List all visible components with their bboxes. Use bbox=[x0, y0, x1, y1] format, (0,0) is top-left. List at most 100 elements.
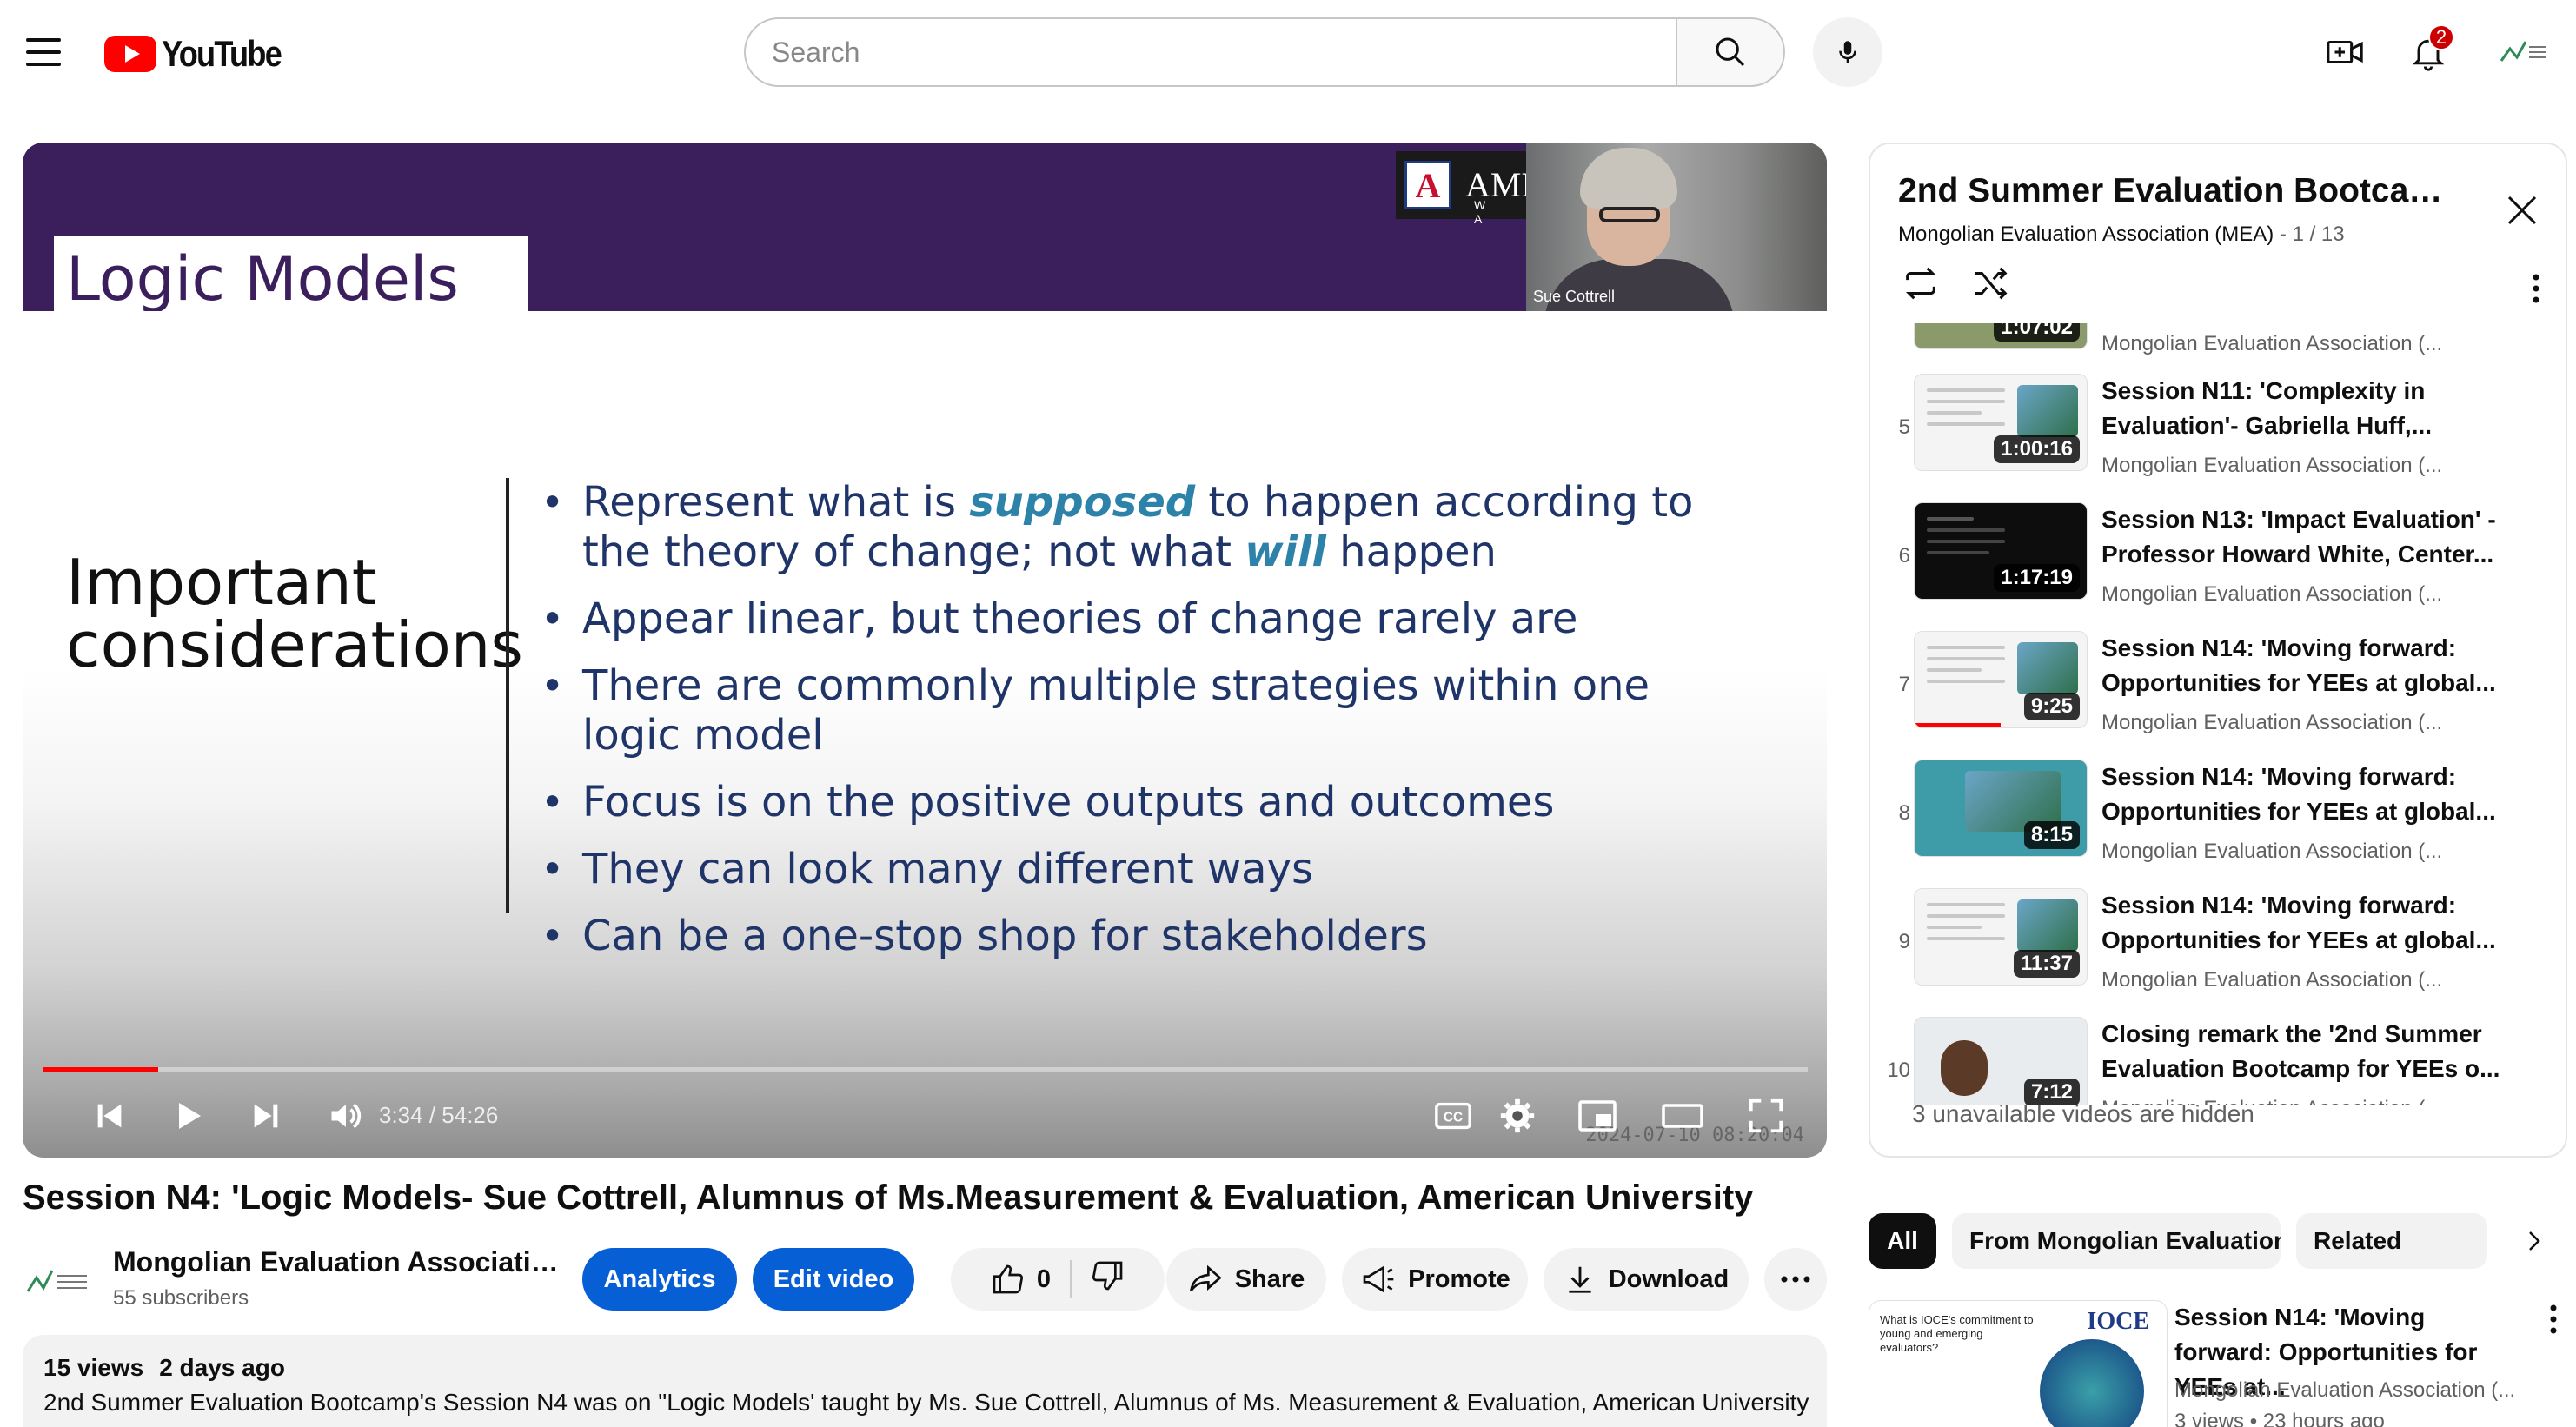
subscriber-count: 55 subscribers bbox=[113, 1286, 249, 1310]
playlist-items: 1:07:02 Mongolian Evaluation Association… bbox=[1870, 323, 2566, 1105]
slide-divider bbox=[506, 478, 509, 913]
notifications-button[interactable]: 2 bbox=[2402, 24, 2454, 78]
youtube-logo[interactable]: YouTube bbox=[104, 33, 300, 75]
captions-icon: CC bbox=[1435, 1102, 1471, 1130]
playlist-more-button[interactable] bbox=[2519, 266, 2553, 311]
view-count: 15 views bbox=[43, 1354, 144, 1381]
related-thumbnail[interactable]: What is IOCE's commitment to young and e… bbox=[1869, 1300, 2168, 1427]
search-button[interactable] bbox=[1676, 17, 1785, 87]
fullscreen-button[interactable] bbox=[1740, 1090, 1792, 1142]
loop-button[interactable] bbox=[1898, 261, 1943, 306]
playlist-actions bbox=[1898, 261, 2037, 306]
shuffle-icon bbox=[1975, 267, 2008, 300]
captions-button[interactable]: CC bbox=[1427, 1090, 1479, 1142]
playlist-item-index: 6 bbox=[1898, 544, 1910, 567]
miniplayer-icon bbox=[1578, 1100, 1617, 1132]
account-avatar[interactable] bbox=[2496, 31, 2552, 73]
more-icon bbox=[2550, 1304, 2557, 1334]
settings-button[interactable] bbox=[1491, 1090, 1544, 1142]
playlist-item[interactable]: 5 1:00:16 Session N11: 'Complexity in Eval… bbox=[1870, 372, 2566, 494]
playlist-item[interactable]: 8 8:15 Session N14: 'Moving forward: Oppor… bbox=[1870, 758, 2566, 879]
youtube-logo-icon bbox=[104, 36, 156, 72]
slide-heading: Important considerations bbox=[66, 551, 523, 676]
progress-bar[interactable] bbox=[43, 1067, 1808, 1072]
download-button[interactable]: Download bbox=[1544, 1248, 1749, 1311]
create-button[interactable] bbox=[2319, 26, 2371, 78]
shuffle-button[interactable] bbox=[1968, 261, 2013, 306]
playlist-header: 2nd Summer Evaluation Bootcamp f... Mong… bbox=[1870, 144, 2566, 323]
mute-button[interactable] bbox=[320, 1090, 372, 1142]
more-actions-button[interactable] bbox=[1764, 1248, 1827, 1311]
playlist-item[interactable]: 6 1:17:19 Session N13: 'Impact Evaluation'… bbox=[1870, 501, 2566, 622]
create-video-icon bbox=[2327, 40, 2363, 64]
promote-button[interactable]: Promote bbox=[1342, 1248, 1528, 1311]
volume-icon bbox=[331, 1103, 362, 1129]
related-more-button[interactable] bbox=[2539, 1300, 2567, 1338]
playlist-title[interactable]: 2nd Summer Evaluation Bootcamp f... bbox=[1898, 172, 2472, 210]
share-icon bbox=[1189, 1264, 1222, 1292]
playlist-item[interactable]: 7 9:25 Session N14: 'Moving forward: Oppor… bbox=[1870, 629, 2566, 751]
next-button[interactable] bbox=[240, 1090, 292, 1142]
playlist-item[interactable]: 10 7:12 Closing remark the '2nd Summer Eva… bbox=[1870, 1015, 2566, 1105]
previous-button[interactable] bbox=[83, 1090, 136, 1142]
like-divider bbox=[1070, 1260, 1072, 1298]
playlist-panel: 1:07:02 Mongolian Evaluation Association… bbox=[1869, 143, 2567, 1158]
channel-avatar[interactable] bbox=[23, 1248, 92, 1317]
like-button[interactable]: 0 bbox=[990, 1262, 1051, 1297]
playlist-item-title: Closing remark the '2nd Summer Evaluatio… bbox=[2101, 1020, 2500, 1082]
next-icon bbox=[254, 1104, 278, 1128]
slide-bullet: There are commonly multiple strategies w… bbox=[541, 661, 1757, 760]
edit-video-button[interactable]: Edit video bbox=[753, 1248, 914, 1311]
slide-bullet: They can look many different ways bbox=[541, 845, 1757, 894]
playlist-position: - 1 / 13 bbox=[2274, 222, 2345, 246]
playlist-thumbnail: 1:00:16 bbox=[1914, 374, 2088, 471]
voice-search-button[interactable] bbox=[1813, 17, 1882, 87]
playlist-item[interactable]: 9 11:37 Session N14: 'Moving forward: Oppo… bbox=[1870, 886, 2566, 1008]
theater-mode-button[interactable] bbox=[1656, 1090, 1709, 1142]
chip-related[interactable]: Related bbox=[2296, 1213, 2487, 1269]
playlist-item-title: Session N13: 'Impact Evaluation' - Profe… bbox=[2101, 506, 2496, 567]
miniplayer-button[interactable] bbox=[1571, 1090, 1623, 1142]
playlist-item[interactable]: 1:07:02 Mongolian Evaluation Association… bbox=[1870, 323, 2566, 372]
watch-progress bbox=[1915, 723, 2001, 727]
promote-icon bbox=[1363, 1265, 1394, 1293]
slide-bullet-list: Represent what is supposed to happen acc… bbox=[541, 478, 1757, 979]
video-player[interactable]: Logic Models A AME W A Sue Cottrell Impo… bbox=[23, 143, 1827, 1158]
chips-next-button[interactable] bbox=[2512, 1218, 2557, 1264]
masthead: YouTube 2 bbox=[0, 0, 2576, 104]
playlist-item-index: 5 bbox=[1898, 415, 1910, 439]
time-display: 3:34 / 54:26 bbox=[379, 1102, 499, 1128]
dislike-button[interactable] bbox=[1091, 1258, 1125, 1300]
search-input[interactable] bbox=[744, 17, 1676, 87]
playlist-thumbnail: 11:37 bbox=[1914, 888, 2088, 986]
menu-icon[interactable] bbox=[24, 35, 63, 70]
chip-from-channel[interactable]: From Mongolian Evaluation A... bbox=[1952, 1213, 2281, 1269]
more-icon bbox=[2533, 274, 2539, 303]
related-thumbnail-text: What is IOCE's commitment to young and e… bbox=[1880, 1313, 2034, 1354]
progress-bar-played bbox=[43, 1067, 158, 1072]
description-box[interactable]: 15 views 2 days ago 2nd Summer Evaluation… bbox=[23, 1335, 1827, 1427]
microphone-icon bbox=[1839, 41, 1856, 63]
share-label: Share bbox=[1234, 1264, 1305, 1293]
chip-all[interactable]: All bbox=[1869, 1213, 1936, 1269]
playlist-item-title: Session N14: 'Moving forward: Opportunit… bbox=[2101, 634, 2496, 696]
webcam-name-label: Sue Cottrell bbox=[1533, 288, 1616, 305]
share-button[interactable]: Share bbox=[1166, 1248, 1326, 1311]
playlist-owner[interactable]: Mongolian Evaluation Association (MEA) bbox=[1898, 222, 2274, 246]
channel-name[interactable]: Mongolian Evaluation Associatio... bbox=[113, 1246, 565, 1278]
slide-bullet: Appear linear, but theories of change ra… bbox=[541, 594, 1757, 644]
previous-icon bbox=[97, 1104, 122, 1128]
play-button[interactable] bbox=[162, 1090, 214, 1142]
like-dislike-group: 0 bbox=[951, 1248, 1165, 1311]
analytics-button[interactable]: Analytics bbox=[582, 1248, 737, 1311]
duration-badge: 8:15 bbox=[2023, 821, 2080, 849]
slide-heading-line: Important bbox=[66, 546, 376, 619]
settings-icon bbox=[1500, 1098, 1535, 1133]
close-playlist-button[interactable] bbox=[2498, 186, 2546, 235]
slide-bullet: Represent what is supposed to happen acc… bbox=[541, 478, 1757, 577]
playlist-item-channel: Mongolian Evaluation Association (... bbox=[2101, 582, 2443, 606]
related-video-channel[interactable]: Mongolian Evaluation Association (... bbox=[2174, 1378, 2522, 1403]
university-crest-icon: A bbox=[1404, 161, 1451, 209]
slide-heading-line: considerations bbox=[66, 608, 523, 681]
related-video[interactable]: What is IOCE's commitment to young and e… bbox=[1869, 1300, 2567, 1427]
